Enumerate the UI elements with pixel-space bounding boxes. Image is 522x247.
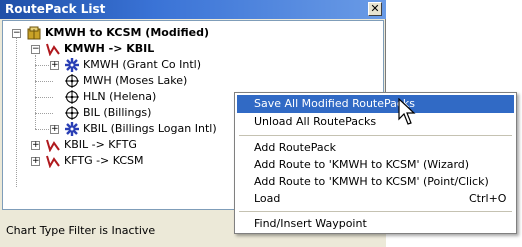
menu-item-label: Add RoutePack bbox=[254, 141, 337, 154]
tree-node-waypoint[interactable]: MWH (Moses Lake) bbox=[3, 73, 383, 89]
expand-toggle[interactable]: + bbox=[50, 61, 59, 70]
menu-item-shortcut: Ctrl+O bbox=[469, 192, 507, 205]
vor-icon bbox=[65, 106, 79, 120]
collapse-toggle[interactable]: − bbox=[31, 45, 40, 54]
tree-node-label: KMWH -> KBIL bbox=[64, 42, 155, 55]
tree-node-label: BIL (Billings) bbox=[83, 106, 152, 119]
menu-item-label: Load bbox=[254, 192, 281, 205]
route-icon bbox=[46, 139, 60, 152]
tree-node-label: KBIL -> KFTG bbox=[64, 138, 137, 151]
tree-node-label: KMWH (Grant Co Intl) bbox=[83, 58, 201, 71]
expand-toggle[interactable]: + bbox=[31, 157, 40, 166]
close-button[interactable]: ✕ bbox=[368, 2, 382, 16]
tree-node-label: HLN (Helena) bbox=[83, 90, 157, 103]
menu-item-find-insert-waypoint[interactable]: Find/Insert Waypoint bbox=[237, 215, 514, 233]
menu-item-label: Unload All RoutePacks bbox=[254, 115, 377, 128]
context-menu: Save All Modified RoutePacks Unload All … bbox=[234, 92, 517, 234]
menu-item-save-all[interactable]: Save All Modified RoutePacks bbox=[237, 95, 514, 113]
status-text: Chart Type Filter is Inactive bbox=[6, 224, 156, 237]
collapse-toggle[interactable]: − bbox=[12, 29, 21, 38]
menu-item-add-route-point-click[interactable]: Add Route to 'KMWH to KCSM' (Point/Click… bbox=[237, 173, 514, 191]
mouse-pointer-icon bbox=[398, 98, 416, 125]
menu-item-label: Find/Insert Waypoint bbox=[254, 217, 367, 230]
close-icon: ✕ bbox=[370, 2, 380, 15]
menu-item-label: Add Route to 'KMWH to KCSM' (Wizard) bbox=[254, 158, 470, 171]
tree-node-label: KMWH to KCSM (Modified) bbox=[45, 26, 209, 39]
menu-item-load[interactable]: Load Ctrl+O bbox=[237, 190, 514, 208]
title-bar[interactable]: RoutePack List ✕ bbox=[0, 0, 386, 19]
tree-node-waypoint[interactable]: + KMWH (Grant Co Intl) bbox=[3, 57, 383, 73]
vor-icon bbox=[65, 90, 79, 104]
menu-item-add-route-wizard[interactable]: Add Route to 'KMWH to KCSM' (Wizard) bbox=[237, 156, 514, 174]
route-icon bbox=[46, 43, 60, 56]
tree-node-label: MWH (Moses Lake) bbox=[83, 74, 188, 87]
menu-item-unload-all[interactable]: Unload All RoutePacks bbox=[237, 113, 514, 131]
tree-node-label: KFTG -> KCSM bbox=[64, 154, 144, 167]
vor-icon bbox=[65, 74, 79, 88]
menu-separator bbox=[239, 211, 512, 212]
menu-item-label: Save All Modified RoutePacks bbox=[254, 97, 416, 110]
window-title: RoutePack List bbox=[5, 2, 106, 16]
expand-toggle[interactable]: + bbox=[50, 125, 59, 134]
routepack-icon bbox=[27, 26, 41, 40]
menu-item-label: Add Route to 'KMWH to KCSM' (Point/Click… bbox=[254, 175, 489, 188]
menu-separator bbox=[239, 135, 512, 136]
airport-icon bbox=[65, 58, 79, 72]
tree-node-route[interactable]: − KMWH -> KBIL bbox=[3, 41, 383, 57]
airport-icon bbox=[65, 122, 79, 136]
route-icon bbox=[46, 155, 60, 168]
tree-node-root[interactable]: − KMWH to KCSM (Modified) bbox=[3, 25, 383, 41]
tree-node-label: KBIL (Billings Logan Intl) bbox=[83, 122, 217, 135]
expand-toggle[interactable]: + bbox=[31, 141, 40, 150]
menu-item-add-routepack[interactable]: Add RoutePack bbox=[237, 139, 514, 157]
